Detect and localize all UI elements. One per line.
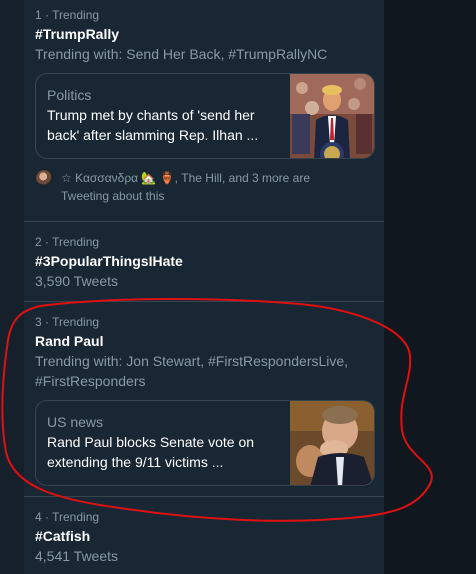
news-headline-line-2: back' after slamming Rep. Ilhan ...	[47, 127, 259, 143]
trend-rank: 2 · Trending	[35, 235, 100, 249]
social-text-line-1: ☆ Κασσανδρα 🏡 🏺, The Hill, and 3 more ar…	[61, 171, 311, 185]
social-text-line-2: Tweeting about this	[61, 189, 165, 203]
trend-item-2[interactable]: 2 · Trending #3PopularThingsIHate 3,590 …	[24, 222, 384, 302]
trend-context-line-1: Trending with: Jon Stewart, #FirstRespon…	[35, 353, 349, 369]
news-headline-line-1: Rand Paul blocks Senate vote on	[47, 434, 255, 450]
right-gutter	[384, 0, 476, 574]
trend-title[interactable]: #3PopularThingsIHate	[35, 251, 373, 271]
trend-context: 4,541 Tweets	[35, 548, 119, 564]
news-headline-line-2: extending the 9/11 victims ...	[47, 454, 224, 470]
trends-panel: 1 · Trending #TrumpRally Trending with: …	[24, 0, 384, 574]
trend-item-1[interactable]: 1 · Trending #TrumpRally Trending with: …	[24, 0, 384, 222]
news-card[interactable]: Politics Trump met by chants of 'send he…	[35, 73, 375, 159]
news-category: Politics	[47, 87, 92, 103]
trend-rank: 4 · Trending	[35, 510, 100, 524]
news-headline-line-1: Trump met by chants of 'send her	[47, 107, 255, 123]
trend-title[interactable]: #Catfish	[35, 526, 373, 546]
trend-title[interactable]: #TrumpRally	[35, 24, 373, 44]
news-card-text: US news Rand Paul blocks Senate vote on …	[36, 401, 290, 485]
trend-context: Trending with: Send Her Back, #TrumpRall…	[35, 46, 328, 62]
trend-rank: 3 · Trending	[35, 315, 100, 329]
news-card-text: Politics Trump met by chants of 'send he…	[36, 74, 290, 158]
news-thumbnail-trump	[290, 74, 374, 158]
news-thumbnail-rand-paul	[290, 401, 374, 485]
trend-title[interactable]: Rand Paul	[35, 331, 373, 351]
left-gutter	[0, 0, 24, 574]
trend-item-3[interactable]: 3 · Trending Rand Paul Trending with: Jo…	[24, 302, 384, 497]
news-category: US news	[47, 414, 104, 430]
trend-item-4[interactable]: 4 · Trending #Catfish 4,541 Tweets	[24, 497, 384, 574]
social-context[interactable]: ☆ Κασσανδρα 🏡 🏺, The Hill, and 3 more ar…	[35, 169, 373, 211]
trend-rank: 1 · Trending	[35, 8, 100, 22]
news-card[interactable]: US news Rand Paul blocks Senate vote on …	[35, 400, 375, 486]
avatar-group	[35, 169, 61, 211]
avatar	[35, 169, 53, 187]
trend-context: 3,590 Tweets	[35, 273, 119, 289]
trend-context-line-2: #FirstResponders	[35, 373, 146, 389]
